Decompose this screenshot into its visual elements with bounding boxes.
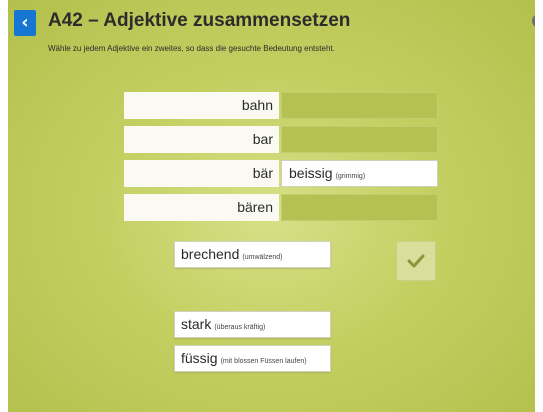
check-button[interactable]: [396, 241, 436, 281]
back-button[interactable]: ‹: [14, 10, 36, 36]
checkmark-icon: [407, 254, 425, 268]
drop-slot[interactable]: [281, 194, 438, 221]
answer-card[interactable]: füssig (mit blossen Füssen laufen): [174, 345, 331, 372]
word-base: bär: [124, 160, 279, 187]
instruction-text: Wähle zu jedem Adjektive ein zweites, so…: [48, 44, 335, 53]
answer-word: beissig: [289, 165, 333, 181]
exercise-panel: ‹ A42 – Adjektive zusammensetzen Wähle z…: [8, 0, 535, 412]
word-base: bahn: [124, 92, 279, 119]
drop-slot[interactable]: [281, 92, 438, 119]
card-gloss: (umwälzend): [242, 254, 283, 261]
chevron-left-icon: ‹: [21, 12, 29, 33]
card-gloss: (überaus kräftig): [214, 324, 266, 331]
card-word: brechend: [181, 246, 240, 262]
word-base: bären: [124, 194, 279, 221]
placed-answer-card[interactable]: beissig (grimmig): [281, 160, 438, 187]
answer-card[interactable]: stark (überaus kräftig): [174, 311, 331, 338]
word-base: bar: [124, 126, 279, 153]
card-gloss: (mit blossen Füssen laufen): [220, 358, 307, 365]
card-word: füssig: [181, 350, 218, 366]
answer-card[interactable]: brechend (umwälzend): [174, 241, 331, 268]
answer-gloss: (grimmig): [335, 173, 366, 180]
card-word: stark: [181, 316, 212, 332]
question-icon[interactable]: ?: [532, 14, 535, 28]
drop-slot[interactable]: [281, 126, 438, 153]
page-title: A42 – Adjektive zusammensetzen: [48, 10, 351, 31]
